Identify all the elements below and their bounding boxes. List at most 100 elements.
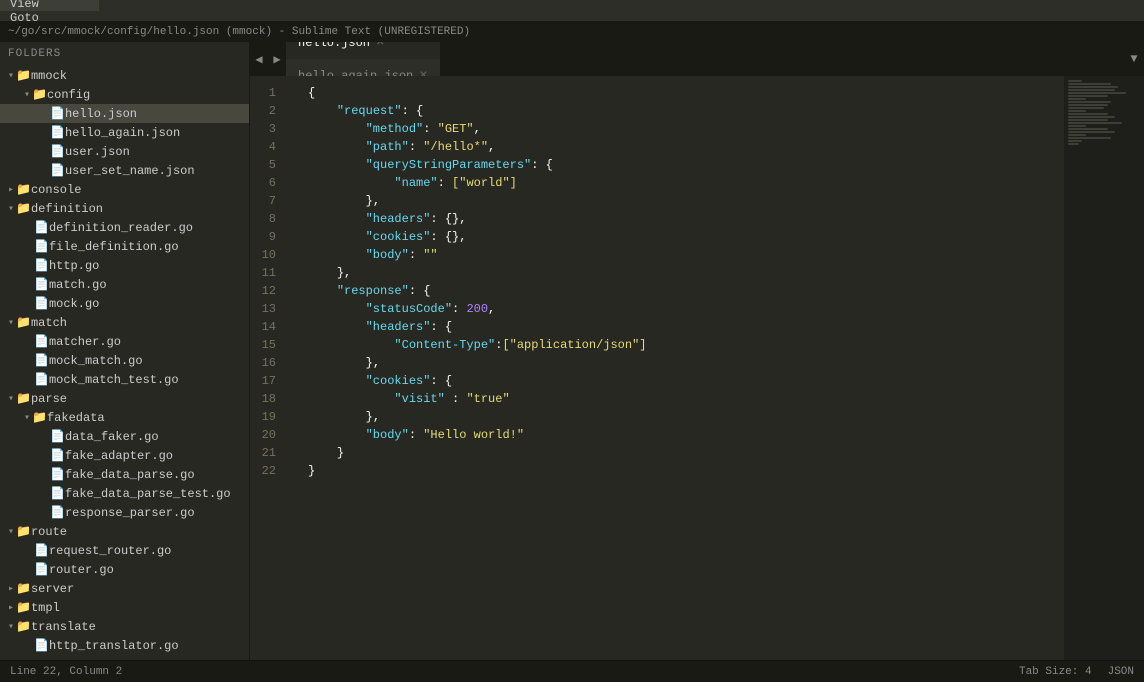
tree-item-mock_match.go[interactable]: 📄 mock_match.go <box>0 351 249 370</box>
tree-item-request_router.go[interactable]: 📄 request_router.go <box>0 541 249 560</box>
file-tree: ▾ 📁 mmock ▾ 📁 config 📄 hello.json 📄 hell… <box>0 66 249 655</box>
tree-item-label: fake_adapter.go <box>65 449 173 463</box>
tree-item-fake_data_parse_test.go[interactable]: 📄 fake_data_parse_test.go <box>0 484 249 503</box>
tree-item-mock.go[interactable]: 📄 mock.go <box>0 294 249 313</box>
folder-icon: 📁 <box>16 315 31 330</box>
code-line-17[interactable]: "cookies": { <box>300 372 1064 390</box>
tree-item-definition[interactable]: ▾ 📁 definition <box>0 199 249 218</box>
tree-item-parse[interactable]: ▾ 📁 parse <box>0 389 249 408</box>
code-line-18[interactable]: "visit" : "true" <box>300 390 1064 408</box>
tree-item-user_set_name.json[interactable]: 📄 user_set_name.json <box>0 161 249 180</box>
tab-hello.json[interactable]: hello.json × <box>286 42 441 59</box>
tree-item-label: fake_data_parse_test.go <box>65 487 231 501</box>
code-line-22[interactable]: } <box>300 462 1064 480</box>
tree-item-file_definition.go[interactable]: 📄 file_definition.go <box>0 237 249 256</box>
tree-item-config[interactable]: ▾ 📁 config <box>0 85 249 104</box>
file-json-icon: 📄 <box>50 163 65 178</box>
code-line-10[interactable]: "body": "" <box>300 246 1064 264</box>
line-number-18: 18 <box>250 390 284 408</box>
folder-icon: 📁 <box>16 581 31 596</box>
tree-item-fake_data_parse.go[interactable]: 📄 fake_data_parse.go <box>0 465 249 484</box>
tree-item-translate[interactable]: ▾ 📁 translate <box>0 617 249 636</box>
line-number-8: 8 <box>250 210 284 228</box>
tab-next-button[interactable]: ▶ <box>268 42 286 76</box>
tree-item-label: definition <box>31 202 103 216</box>
tree-item-label: router.go <box>49 563 114 577</box>
code-line-15[interactable]: "Content-Type":["application/json"] <box>300 336 1064 354</box>
minimap-line-2 <box>1068 83 1111 85</box>
tabs-bar: ◀ ▶ hello.json × hello_again.json × ▼ <box>250 42 1144 76</box>
file-icon: 📄 <box>50 448 65 463</box>
tree-item-console[interactable]: ▸ 📁 console <box>0 180 249 199</box>
file-icon: 📄 <box>34 239 49 254</box>
minimap-line-9 <box>1068 104 1108 106</box>
tree-item-route[interactable]: ▾ 📁 route <box>0 522 249 541</box>
code-line-12[interactable]: "response": { <box>300 282 1064 300</box>
tree-arrow: ▸ <box>8 583 14 595</box>
tree-item-mock_match_test.go[interactable]: 📄 mock_match_test.go <box>0 370 249 389</box>
tree-item-response_parser.go[interactable]: 📄 response_parser.go <box>0 503 249 522</box>
folder-icon: 📁 <box>32 410 47 425</box>
line-number-12: 12 <box>250 282 284 300</box>
code-line-11[interactable]: }, <box>300 264 1064 282</box>
code-line-19[interactable]: }, <box>300 408 1064 426</box>
code-line-7[interactable]: }, <box>300 192 1064 210</box>
code-line-8[interactable]: "headers": {}, <box>300 210 1064 228</box>
tree-item-match.go[interactable]: 📄 match.go <box>0 275 249 294</box>
code-line-21[interactable]: } <box>300 444 1064 462</box>
tab-prev-button[interactable]: ◀ <box>250 42 268 76</box>
tabs-dropdown-button[interactable]: ▼ <box>1124 42 1144 76</box>
tree-item-label: definition_reader.go <box>49 221 193 235</box>
main-layout: FOLDERS ▾ 📁 mmock ▾ 📁 config 📄 hello.jso… <box>0 42 1144 660</box>
tree-item-mmock[interactable]: ▾ 📁 mmock <box>0 66 249 85</box>
tree-arrow: ▸ <box>8 602 14 614</box>
code-line-14[interactable]: "headers": { <box>300 318 1064 336</box>
tree-item-label: data_faker.go <box>65 430 159 444</box>
code-line-20[interactable]: "body": "Hello world!" <box>300 426 1064 444</box>
code-content[interactable]: { "request": { "method": "GET", "path": … <box>300 76 1064 660</box>
editor-area: ◀ ▶ hello.json × hello_again.json × ▼ 12… <box>250 42 1144 660</box>
file-icon: 📄 <box>34 638 49 653</box>
minimap-line-1 <box>1068 80 1082 82</box>
line-number-10: 10 <box>250 246 284 264</box>
tab-close-button[interactable]: × <box>376 42 384 50</box>
tree-item-server[interactable]: ▸ 📁 server <box>0 579 249 598</box>
line-number-21: 21 <box>250 444 284 462</box>
code-line-13[interactable]: "statusCode": 200, <box>300 300 1064 318</box>
sidebar[interactable]: FOLDERS ▾ 📁 mmock ▾ 📁 config 📄 hello.jso… <box>0 42 250 660</box>
code-line-1[interactable]: { <box>300 84 1064 102</box>
tree-item-user.json[interactable]: 📄 user.json <box>0 142 249 161</box>
file-icon: 📄 <box>34 543 49 558</box>
line-number-3: 3 <box>250 120 284 138</box>
line-number-22: 22 <box>250 462 284 480</box>
code-line-9[interactable]: "cookies": {}, <box>300 228 1064 246</box>
line-number-20: 20 <box>250 426 284 444</box>
tree-item-fake_adapter.go[interactable]: 📄 fake_adapter.go <box>0 446 249 465</box>
code-line-5[interactable]: "queryStringParameters": { <box>300 156 1064 174</box>
code-editor[interactable]: 12345678910111213141516171819202122 { "r… <box>250 76 1144 660</box>
tree-item-tmpl[interactable]: ▸ 📁 tmpl <box>0 598 249 617</box>
tree-item-http_translator.go[interactable]: 📄 http_translator.go <box>0 636 249 655</box>
tree-item-definition_reader.go[interactable]: 📄 definition_reader.go <box>0 218 249 237</box>
tree-item-router.go[interactable]: 📄 router.go <box>0 560 249 579</box>
tree-item-http.go[interactable]: 📄 http.go <box>0 256 249 275</box>
tree-item-matcher.go[interactable]: 📄 matcher.go <box>0 332 249 351</box>
status-bar: Line 22, Column 2 Tab Size: 4 JSON <box>0 660 1144 682</box>
menu-item-view[interactable]: View <box>0 0 99 11</box>
file-icon: 📄 <box>50 429 65 444</box>
tree-item-fakedata[interactable]: ▾ 📁 fakedata <box>0 408 249 427</box>
file-icon: 📄 <box>34 334 49 349</box>
code-line-4[interactable]: "path": "/hello*", <box>300 138 1064 156</box>
code-line-16[interactable]: }, <box>300 354 1064 372</box>
file-icon: 📄 <box>50 467 65 482</box>
code-line-3[interactable]: "method": "GET", <box>300 120 1064 138</box>
code-line-2[interactable]: "request": { <box>300 102 1064 120</box>
tree-item-data_faker.go[interactable]: 📄 data_faker.go <box>0 427 249 446</box>
tree-item-match[interactable]: ▾ 📁 match <box>0 313 249 332</box>
folder-icon: 📁 <box>16 182 31 197</box>
minimap-line-8 <box>1068 101 1111 103</box>
code-line-6[interactable]: "name": ["world"] <box>300 174 1064 192</box>
tree-item-hello.json[interactable]: 📄 hello.json <box>0 104 249 123</box>
tree-item-hello_again.json[interactable]: 📄 hello_again.json <box>0 123 249 142</box>
tree-item-label: request_router.go <box>49 544 171 558</box>
